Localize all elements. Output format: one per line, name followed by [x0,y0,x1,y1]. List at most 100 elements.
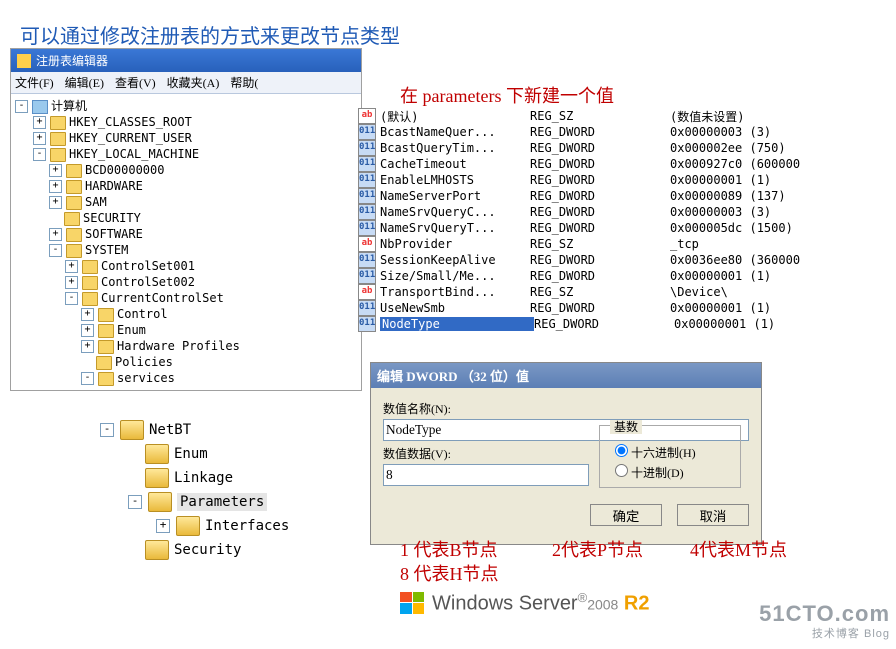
tree-node[interactable]: - SYSTEM [15,242,361,258]
value-row[interactable]: 011CacheTimeoutREG_DWORD0x000927c0 (6000… [358,156,888,172]
value-name: BcastQueryTim... [380,141,530,155]
value-row[interactable]: abTransportBind...REG_SZ\Device\ [358,284,888,300]
value-row[interactable]: abNbProviderREG_SZ_tcp [358,236,888,252]
value-data: _tcp [670,237,888,251]
regedit-values[interactable]: ab(默认)REG_SZ(数值未设置)011BcastNameQuer...RE… [358,108,888,332]
value-type: REG_DWORD [530,189,670,203]
tree-node[interactable]: +ControlSet001 [15,258,361,274]
folder-icon [64,212,80,226]
radio-hex-label: 十六进制(H) [631,446,696,460]
tree-node[interactable]: + HARDWARE [15,178,361,194]
expand-icon[interactable]: + [33,132,46,145]
menu-file[interactable]: 文件(F) [15,76,54,90]
input-value-data[interactable] [383,464,589,486]
menu-view[interactable]: 查看(V) [115,76,156,90]
tree-node[interactable]: -NetBT [100,418,335,442]
expand-icon[interactable]: + [65,260,78,273]
expand-icon[interactable]: + [65,276,78,289]
tree-node[interactable]: +SAM [15,194,361,210]
menu-help[interactable]: 帮助( [230,76,258,90]
folder-icon [176,516,200,536]
watermark-big: 51CTO.com [759,603,890,625]
expand-icon[interactable]: + [49,180,62,193]
tree-label: HARDWARE [85,179,143,193]
radio-dec[interactable] [615,464,628,477]
tree-node[interactable]: +Control [15,306,361,322]
footer-brand: Windows Server®2008 R2 [400,590,650,616]
expand-icon[interactable]: + [49,228,62,241]
value-row[interactable]: 011NameServerPortREG_DWORD0x00000089 (13… [358,188,888,204]
expand-icon[interactable]: + [81,324,94,337]
value-row[interactable]: 011UseNewSmbREG_DWORD0x00000001 (1) [358,300,888,316]
expand-icon[interactable]: + [81,308,94,321]
tree-node[interactable]: -Parameters [100,490,335,514]
tree-node[interactable]: +HKEY_CLASSES_ROOT [15,114,361,130]
value-data: 0x00000001 (1) [670,269,888,283]
tree-node[interactable]: -HKEY_LOCAL_MACHINE [15,146,361,162]
expand-icon[interactable]: - [33,148,46,161]
value-row[interactable]: 011NodeTypeREG_DWORD0x00000001 (1) [358,316,888,332]
tree-node[interactable]: -services [15,370,361,386]
folder-icon [50,132,66,146]
expand-icon[interactable]: + [49,164,62,177]
tree-node[interactable]: + Enum [15,322,361,338]
value-type: REG_DWORD [530,157,670,171]
expand-icon[interactable]: - [81,372,94,385]
folder-icon [145,468,169,488]
value-row[interactable]: 011EnableLMHOSTSREG_DWORD0x00000001 (1) [358,172,888,188]
value-type: REG_DWORD [530,269,670,283]
value-row[interactable]: 011BcastNameQuer...REG_DWORD0x00000003 (… [358,124,888,140]
tree-node[interactable]: Security [100,538,335,562]
tree-node[interactable]: +HKEY_CURRENT_USER [15,130,361,146]
value-row[interactable]: 011NameSrvQueryT...REG_DWORD0x000005dc (… [358,220,888,236]
tree-node[interactable]: -CurrentControlSet [15,290,361,306]
binary-icon: 011 [358,300,376,316]
tree-node[interactable]: -计算机 [15,98,361,114]
folder-icon [148,492,172,512]
expand-icon[interactable]: + [49,196,62,209]
tree-label: SYSTEM [85,243,128,257]
tree-node[interactable]: SECURITY [15,210,361,226]
value-type: REG_DWORD [530,221,670,235]
value-row[interactable]: 011Size/Small/Me...REG_DWORD0x00000001 (… [358,268,888,284]
expand-icon[interactable]: - [65,292,78,305]
value-data: 0x000002ee (750) [670,141,888,155]
expand-icon[interactable]: - [128,495,142,509]
expand-icon[interactable]: + [156,519,170,533]
value-name: BcastNameQuer... [380,125,530,139]
expand-icon[interactable]: + [81,340,94,353]
value-name: NameSrvQueryT... [380,221,530,235]
ok-button[interactable]: 确定 [590,504,662,526]
folder-icon [66,228,82,242]
value-row[interactable]: ab(默认)REG_SZ(数值未设置) [358,108,888,124]
folder-icon [96,356,112,370]
tree-node[interactable]: + BCD00000000 [15,162,361,178]
folder-icon [98,308,114,322]
value-type: REG_DWORD [534,317,674,331]
value-row[interactable]: 011SessionKeepAliveREG_DWORD0x0036ee80 (… [358,252,888,268]
cancel-button[interactable]: 取消 [677,504,749,526]
tree-node[interactable]: Linkage [100,466,335,490]
netbt-tree[interactable]: -NetBTEnumLinkage-Parameters+InterfacesS… [100,418,335,562]
tree-label: BCD00000000 [85,163,164,177]
tree-node[interactable]: +SOFTWARE [15,226,361,242]
value-row[interactable]: 011NameSrvQueryC...REG_DWORD0x00000003 (… [358,204,888,220]
tree-node[interactable]: Policies [15,354,361,370]
tree-node[interactable]: +Interfaces [100,514,335,538]
menu-fav[interactable]: 收藏夹(A) [167,76,220,90]
value-row[interactable]: 011BcastQueryTim...REG_DWORD0x000002ee (… [358,140,888,156]
radio-hex[interactable] [615,444,628,457]
expand-icon[interactable]: - [15,100,28,113]
regedit-tree[interactable]: -计算机+HKEY_CLASSES_ROOT+HKEY_CURRENT_USER… [11,94,361,390]
menu-edit[interactable]: 编辑(E) [65,76,104,90]
value-data: \Device\ [670,285,888,299]
tree-label: Enum [117,323,146,337]
tree-node[interactable]: Enum [100,442,335,466]
expand-icon[interactable]: - [100,423,114,437]
folder-icon [50,148,66,162]
tree-node[interactable]: +ControlSet002 [15,274,361,290]
tree-node[interactable]: +Hardware Profiles [15,338,361,354]
expand-icon[interactable]: - [49,244,62,257]
legend-8: 8 代表H节点 [400,560,499,586]
expand-icon[interactable]: + [33,116,46,129]
